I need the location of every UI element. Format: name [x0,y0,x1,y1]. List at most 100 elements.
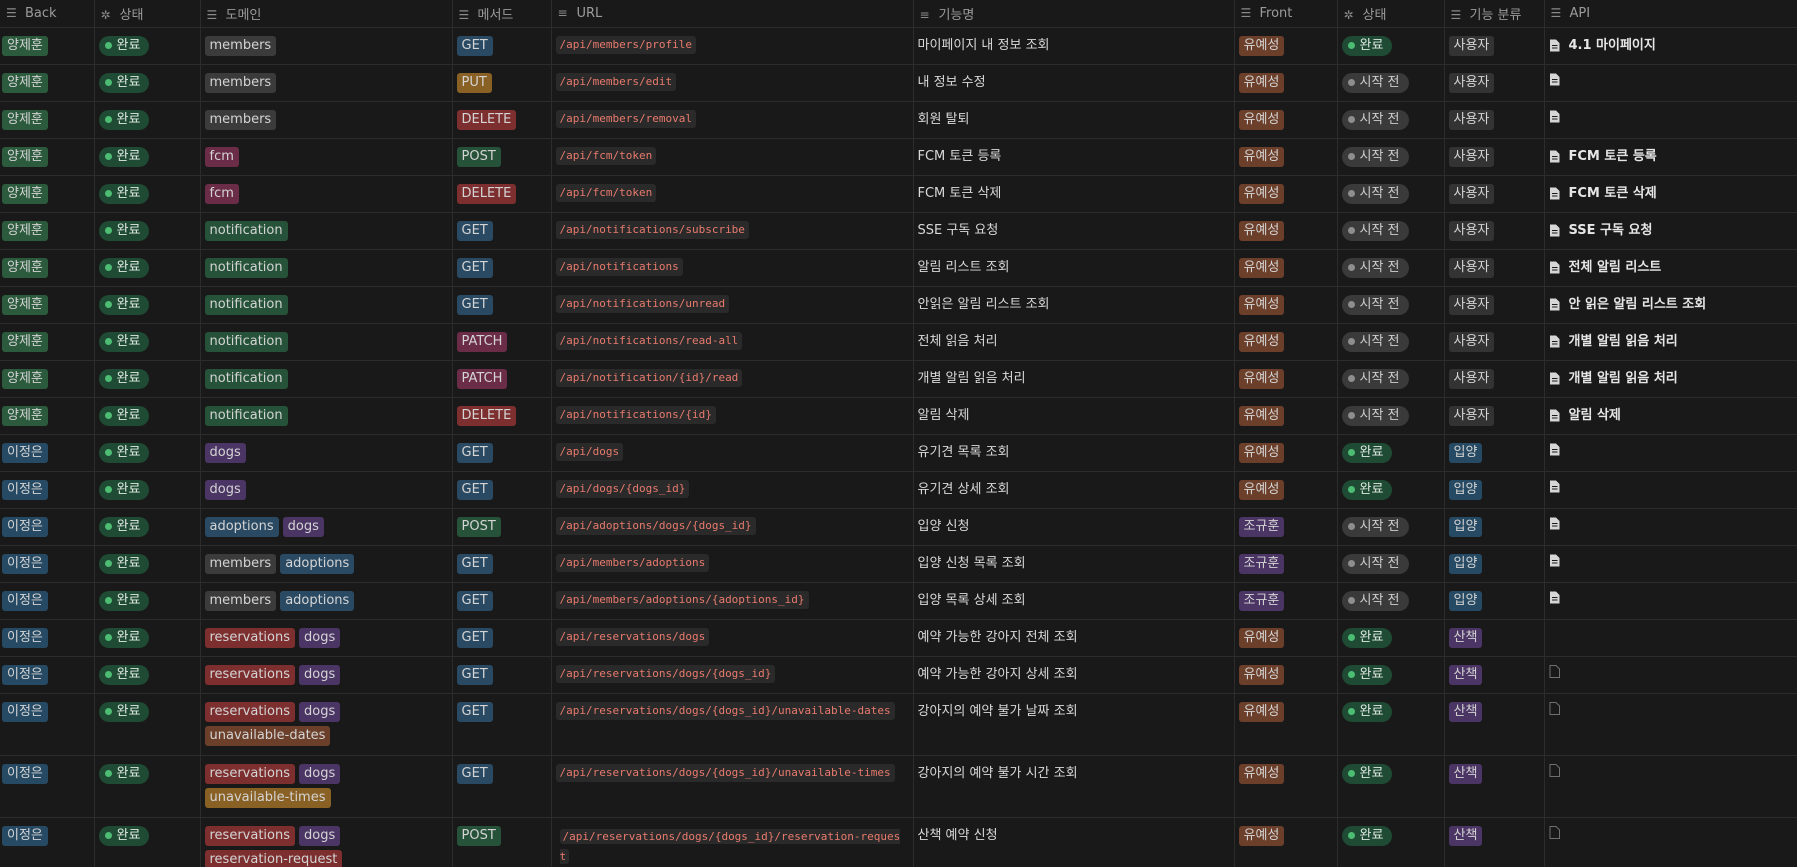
table-row[interactable]: 이정은 완료 reservations dogs GET/api/reservation… [0,656,1797,694]
column-header-status-7[interactable]: ✲ 상태 [1337,0,1445,28]
table-row[interactable]: 양제훈 완료 members GET/api/members/profile 마이페이지… [0,27,1797,65]
status-cell: 완료 [94,212,201,250]
api-link[interactable]: FCM 토큰 삭제 [1549,184,1793,204]
domain-tag: unavailable-dates [204,725,331,746]
api-link[interactable] [1549,480,1793,493]
domain-cell: notification [200,397,453,435]
table-row[interactable]: 이정은 완료 adoptions dogs POST/api/adoptions/dog… [0,508,1797,546]
api-link[interactable]: FCM 토큰 등록 [1549,147,1793,167]
api-link[interactable] [1549,591,1793,604]
column-header-domain-2[interactable]: ☰ 도메인 [200,0,453,28]
table-row[interactable]: 이정은 완료 members adoptions GET/api/members/ado… [0,582,1797,620]
table-row[interactable]: 양제훈 완료 notification PATCH/api/notifications… [0,323,1797,361]
category-cell: 사용자 [1444,101,1545,139]
api-cell: FCM 토큰 등록 [1544,138,1797,176]
category-cell: 입양 [1444,508,1545,546]
table-row[interactable]: 양제훈 완료 notification GET/api/notifications/u… [0,286,1797,324]
status-label: 완료 [1359,703,1384,719]
table-row[interactable]: 양제훈 완료 members DELETE/api/members/removal 회원… [0,101,1797,139]
feature-cell: FCM 토큰 삭제 [913,175,1235,213]
table-row[interactable]: 이정은 완료 reservations dogs GET/api/reservation… [0,619,1797,657]
table-row[interactable]: 이정은 완료 dogs GET/api/dogs/{dogs_id} 유기견 상세 조회… [0,471,1797,509]
api-link[interactable]: 안 읽은 알림 리스트 조회 [1549,295,1793,315]
doc-filled-icon [1549,443,1559,455]
method-tag: GET [456,257,493,278]
api-link[interactable] [1549,73,1793,86]
url-code: /api/reservations/dogs [555,627,710,646]
api-link[interactable]: 개별 알림 읽음 처리 [1549,332,1793,352]
doc-filled-icon [1549,372,1559,385]
api-link[interactable]: 개별 알림 읽음 처리 [1549,369,1793,389]
table-row[interactable]: 양제훈 완료 notification GET/api/notifications/s… [0,212,1797,250]
status-label: 완료 [116,37,141,53]
status-dot [1347,832,1355,839]
status-dot [104,264,112,271]
front-cell: 유예성 [1234,360,1338,398]
url-cell: /api/notifications/{id} [551,397,914,435]
api-link[interactable] [1549,825,1793,839]
domain-cell: notification [200,286,453,324]
api-link[interactable] [1549,701,1793,715]
front-cell: 조규훈 [1234,582,1338,620]
table-row[interactable]: 양제훈 완료 notification DELETE/api/notification… [0,397,1797,435]
domain-tag: adoptions [204,516,279,537]
table-row[interactable]: 이정은 완료 reservations dogs reservation-request… [0,817,1797,867]
url-cell: /api/fcm/token [551,175,914,213]
api-link[interactable] [1549,110,1793,123]
column-header-back-0[interactable]: ☰ Back [0,0,95,28]
table-row[interactable]: 이정은 완료 reservations dogs unavailable-times GE… [0,755,1797,818]
table-row[interactable]: 이정은 완료 dogs GET/api/dogs 유기견 목록 조회 유예성 완료 입양 [0,434,1797,472]
url-cell: /api/members/profile [551,27,914,65]
table-row[interactable]: 양제훈 완료 fcm POST/api/fcm/token FCM 토큰 등록 유예성 시작… [0,138,1797,176]
api-link[interactable] [1549,517,1793,530]
table-row[interactable]: 양제훈 완료 fcm DELETE/api/fcm/token FCM 토큰 삭제 유예성… [0,175,1797,213]
column-header-status-1[interactable]: ✲ 상태 [94,0,201,28]
table-row[interactable]: 이정은 완료 members adoptions GET/api/members/ado… [0,545,1797,583]
status-label: 완료 [1359,765,1384,781]
front-status-badge: 시작 전 [1341,553,1409,574]
back-owner-tag: 양제훈 [2,368,48,389]
feature-cell: SSE 구독 요청 [913,212,1235,250]
url-code: /api/members/removal [555,109,696,128]
column-header-front-6[interactable]: ☰ Front [1234,0,1338,28]
status-cell: 완료 [94,619,201,657]
column-header-method-3[interactable]: ☰ 메서드 [452,0,552,28]
table-row[interactable]: 양제훈 완료 notification PATCH/api/notification/… [0,360,1797,398]
column-header-category-8[interactable]: ☰ 기능 분류 [1444,0,1545,28]
column-header-label: Front [1259,5,1293,21]
method-cell: GET [452,693,552,756]
text-icon: ≡ [557,5,568,20]
api-link[interactable] [1549,763,1793,777]
domain-tag: notification [204,405,288,426]
table-row[interactable]: 양제훈 완료 members PUT/api/members/edit 내 정보 수정 유… [0,64,1797,102]
status-dot [1347,634,1355,641]
front-owner-tag: 유예성 [1238,627,1285,648]
api-link[interactable]: 알림 삭제 [1549,406,1793,426]
api-link[interactable] [1549,664,1793,678]
feature-name: 입양 신청 [917,518,970,534]
category-cell: 사용자 [1444,212,1545,250]
domain-cell: members [200,101,453,139]
category-tag: 사용자 [1448,257,1495,278]
status-label: 완료 [116,555,141,571]
api-link[interactable] [1549,554,1793,567]
table-row[interactable]: 양제훈 완료 notification GET/api/notifications 알림… [0,249,1797,287]
front-status-cell: 완료 [1337,817,1445,867]
column-header-feature-5[interactable]: ≡ 기능명 [913,0,1235,28]
category-tag: 사용자 [1448,294,1495,315]
status-dot [1347,338,1355,345]
api-link[interactable]: 4.1 마이페이지 [1549,36,1793,56]
api-link[interactable]: SSE 구독 요청 [1549,221,1793,241]
category-tag: 입양 [1448,442,1483,463]
domain-cell: reservations dogs [200,619,453,657]
api-link[interactable] [1549,443,1793,456]
column-header-url-4[interactable]: ≡ URL [551,0,914,28]
status-dot [1347,116,1355,123]
table-row[interactable]: 이정은 완료 reservations dogs unavailable-dates GE… [0,693,1797,756]
column-header-api-9[interactable]: ☰ API [1544,0,1797,28]
status-cell: 완료 [94,101,201,139]
front-status-badge: 시작 전 [1341,331,1409,352]
api-link[interactable]: 전체 알림 리스트 [1549,258,1793,278]
back-cell: 이정은 [0,755,95,818]
doc-filled-icon [1549,298,1559,311]
